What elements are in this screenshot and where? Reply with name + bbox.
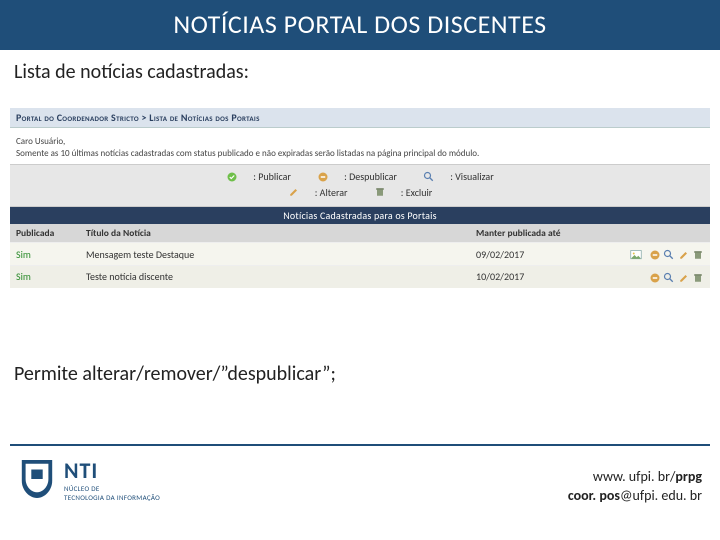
col-actions (600, 224, 710, 243)
contact-url: www. ufpi. br/prpg (568, 468, 702, 487)
breadcrumb: Portal do Coordenador Stricto > Lista de… (10, 108, 710, 128)
cell-pub: Sim (10, 265, 80, 287)
delete-icon[interactable] (692, 272, 704, 284)
edit-icon (288, 186, 300, 198)
hint-text: Somente as 10 últimas notícias cadastrad… (16, 148, 704, 160)
image-icon[interactable] (630, 249, 642, 261)
list-header-bar: Notícias Cadastradas para os Portais (10, 207, 710, 224)
col-titulo: Título da Notícia (80, 224, 470, 243)
edit-icon[interactable] (678, 272, 690, 284)
delete-icon[interactable] (692, 249, 704, 261)
info-block: Caro Usuário, Somente as 10 últimas notí… (10, 128, 710, 164)
col-publicada: Publicada (10, 224, 80, 243)
unpublish-icon[interactable] (649, 272, 661, 284)
cell-pub: Sim (10, 243, 80, 266)
legend-excluir: : Excluir (368, 186, 438, 199)
cell-actions (600, 243, 710, 266)
publish-icon (226, 171, 238, 183)
cell-actions (600, 265, 710, 287)
footer-logo: NTI NÚCLEO DE TECNOLOGIA DA INFORMAÇÃO (18, 456, 160, 502)
nti-label: NTI (64, 457, 160, 484)
cell-date: 09/02/2017 (470, 243, 600, 266)
view-icon[interactable] (663, 249, 675, 261)
crest-icon (18, 456, 56, 502)
legend-toolbar: : Publicar : Despublicar : Visualizar : … (10, 164, 710, 207)
news-table: Publicada Título da Notícia Manter publi… (10, 224, 710, 287)
nti-subtitle: NÚCLEO DE TECNOLOGIA DA INFORMAÇÃO (64, 484, 160, 502)
news-panel: Portal do Coordenador Stricto > Lista de… (10, 108, 710, 288)
legend-despublicar: : Despublicar (311, 170, 403, 183)
col-ate: Manter publicada até (470, 224, 600, 243)
delete-icon (374, 186, 386, 198)
cell-title: Teste notícia discente (80, 265, 470, 287)
legend-alterar: : Alterar (282, 186, 354, 199)
nti-block: NTI NÚCLEO DE TECNOLOGIA DA INFORMAÇÃO (64, 457, 160, 502)
footnote: Permite alterar/remover/”despublicar”; (14, 362, 336, 386)
cell-date: 10/02/2017 (470, 265, 600, 287)
edit-icon[interactable] (678, 249, 690, 261)
legend-visualizar: : Visualizar (417, 170, 500, 183)
subheader: Lista de notícias cadastradas: (0, 50, 720, 90)
footer-divider (10, 444, 710, 446)
unpublish-icon[interactable] (649, 249, 661, 261)
view-icon[interactable] (663, 272, 675, 284)
legend-publicar: : Publicar (220, 170, 297, 183)
page-title: NOTÍCIAS PORTAL DOS DISCENTES (0, 0, 720, 50)
view-icon (423, 171, 435, 183)
unpublish-icon (317, 171, 329, 183)
cell-title: Mensagem teste Destaque (80, 243, 470, 266)
greeting: Caro Usuário, (16, 136, 704, 148)
table-row: Sim Mensagem teste Destaque 09/02/2017 (10, 243, 710, 266)
table-row: Sim Teste notícia discente 10/02/2017 (10, 265, 710, 287)
contact-block: www. ufpi. br/prpg coor. pos@ufpi. edu. … (568, 468, 702, 506)
contact-email: coor. pos@ufpi. edu. br (568, 487, 702, 506)
